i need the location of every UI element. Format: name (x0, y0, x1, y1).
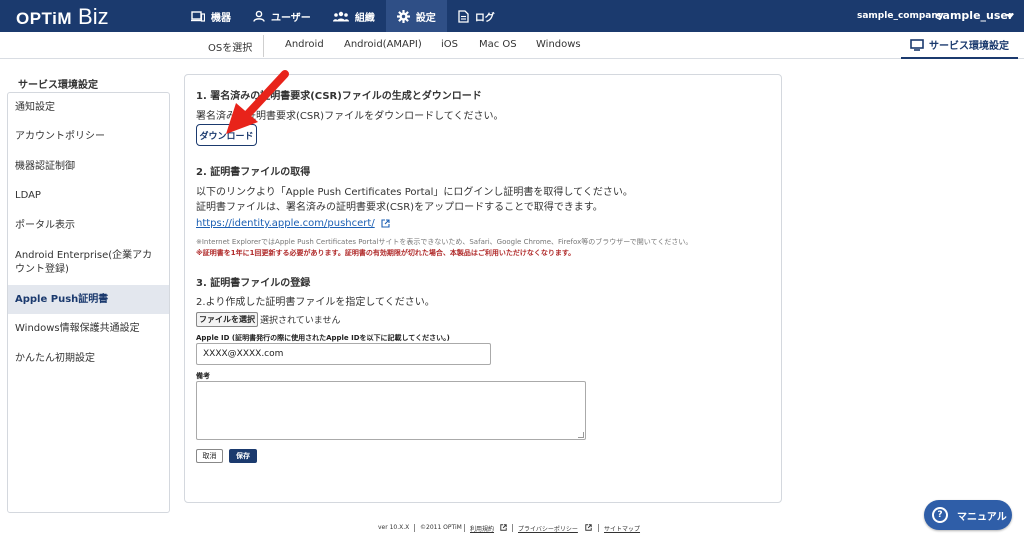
nav-settings-label: 設定 (415, 12, 436, 24)
os-tab-windows[interactable]: Windows (536, 39, 581, 50)
section1-title: 1. 署名済みの証明書要求(CSR)ファイルの生成とダウンロード (196, 91, 482, 102)
apple-id-input[interactable]: XXXX@XXXX.com (196, 343, 491, 365)
footer-separator (598, 524, 599, 532)
footer-sitemap-link[interactable]: サイトマップ (604, 524, 640, 533)
memo-textarea[interactable] (196, 381, 586, 440)
service-settings-label: サービス環境設定 (929, 41, 1009, 52)
external-link-icon (585, 524, 592, 531)
sidebar-item-account-policy[interactable]: アカウントポリシー (8, 122, 169, 152)
os-bar: OSを選択 Android Android(AMAPI) iOS Mac OS … (0, 32, 1024, 59)
gear-icon (396, 9, 410, 23)
sidebar-item-label: Android Enterprise(企業アカウント登録) (15, 249, 153, 275)
main-panel: 1. 署名済みの証明書要求(CSR)ファイルの生成とダウンロード 署名済みの証明… (184, 74, 782, 503)
sidebar-item-label: ポータル表示 (15, 219, 75, 231)
apple-id-label: Apple ID (証明書発行の際に使用されたApple IDを以下に記載してく… (196, 334, 450, 342)
resize-handle-icon[interactable] (578, 432, 584, 438)
logo-main: OPTiM (16, 9, 73, 28)
nav-users-label: ユーザー (271, 12, 311, 24)
monitor-icon (910, 38, 924, 51)
footer-privacy-link[interactable]: プライバシーポリシー (518, 524, 578, 533)
external-link-icon (500, 524, 507, 531)
sidebar-item-portal[interactable]: ポータル表示 (8, 211, 169, 240)
service-settings-tab[interactable]: サービス環境設定 (901, 32, 1018, 59)
section2-desc2: 証明書ファイルは、署名済みの証明書要求(CSR)をアップロードすることで取得でき… (196, 202, 603, 213)
nav-organization-label: 組織 (354, 12, 375, 24)
nav-users[interactable]: ユーザー (242, 0, 322, 32)
logo[interactable]: OPTiM Biz (16, 4, 109, 29)
group-icon (332, 11, 349, 21)
section1-desc: 署名済みの証明書要求(CSR)ファイルをダウンロードしてください。 (196, 111, 504, 122)
sidebar-item-label: Apple Push証明書 (15, 293, 109, 305)
sidebar-title: サービス環境設定 (18, 80, 98, 91)
top-bar: OPTiM Biz 機器 ユーザー 組織 設定 ログ sample_compan… (0, 0, 1024, 32)
company-name: sample_company (857, 11, 944, 21)
user-menu[interactable]: sample_user (936, 9, 1013, 22)
sidebar-item-ldap[interactable]: LDAP (8, 181, 169, 211)
portal-link-text: https://identity.apple.com/pushcert/ (196, 218, 375, 229)
sidebar-item-windows-protection[interactable]: Windows情報保護共通設定 (8, 314, 169, 344)
sidebar-item-device-auth[interactable]: 機器認証制御 (8, 152, 169, 181)
nav-organization[interactable]: 組織 (322, 0, 386, 32)
memo-label: 備考 (196, 372, 210, 380)
cancel-button[interactable]: 取消 (196, 449, 223, 463)
sidebar: 通知設定 アカウントポリシー 機器認証制御 LDAP ポータル表示 Androi… (7, 92, 170, 513)
choose-file-button[interactable]: ファイルを選択 (196, 312, 258, 327)
nav-settings[interactable]: 設定 (385, 0, 447, 32)
renewal-warning: ※証明書を1年に1回更新する必要があります。証明書の有効期限が切れた場合、本製品… (196, 249, 576, 257)
footer-separator (414, 524, 415, 532)
chevron-down-icon[interactable] (1006, 14, 1014, 19)
os-select-label: OSを選択 (208, 43, 253, 54)
nav-log[interactable]: ログ (447, 0, 506, 32)
manual-label: マニュアル (957, 511, 1007, 523)
sidebar-item-notification[interactable]: 通知設定 (8, 93, 169, 122)
sidebar-item-label: 機器認証制御 (15, 160, 75, 172)
os-tab-macos[interactable]: Mac OS (479, 39, 517, 50)
device-icon (191, 10, 205, 22)
nav-log-label: ログ (474, 12, 495, 24)
os-divider (263, 35, 264, 57)
sidebar-item-label: アカウントポリシー (15, 131, 105, 142)
file-status: 選択されていません (260, 316, 341, 326)
browser-note: ※Internet ExplorerではApple Push Certifica… (196, 238, 693, 246)
sidebar-item-android-enterprise[interactable]: Android Enterprise(企業アカウント登録) (8, 240, 169, 285)
section2-desc1: 以下のリンクより「Apple Push Certificates Portal」… (196, 187, 633, 198)
footer-separator (464, 524, 465, 532)
sidebar-item-apple-push[interactable]: Apple Push証明書 (8, 285, 169, 314)
section3-desc: 2.より作成した証明書ファイルを指定してください。 (196, 297, 435, 308)
footer-separator (512, 524, 513, 532)
footer-version: ver 10.X.X (378, 524, 410, 531)
section3-title: 3. 証明書ファイルの登録 (196, 278, 311, 289)
log-icon (458, 9, 469, 23)
sidebar-item-label: LDAP (15, 190, 41, 201)
footer-copyright: ©2011 OPTiM (420, 524, 462, 531)
footer-terms-link[interactable]: 利用規約 (470, 524, 494, 533)
os-tab-ios[interactable]: iOS (441, 39, 458, 50)
sidebar-item-label: かんたん初期設定 (15, 352, 95, 364)
sidebar-item-label: 通知設定 (15, 101, 55, 113)
section2-title: 2. 証明書ファイルの取得 (196, 167, 311, 178)
download-button[interactable]: ダウンロード (196, 124, 257, 146)
sidebar-item-label: Windows情報保護共通設定 (15, 323, 140, 334)
external-link-icon (381, 219, 390, 228)
nav-devices-label: 機器 (211, 12, 231, 24)
os-tab-android-amapi[interactable]: Android(AMAPI) (344, 39, 422, 50)
apple-push-portal-link[interactable]: https://identity.apple.com/pushcert/ (196, 218, 390, 229)
user-icon (253, 10, 265, 22)
main-nav: 機器 ユーザー 組織 設定 ログ (180, 0, 506, 32)
os-tab-android[interactable]: Android (285, 39, 324, 50)
save-button[interactable]: 保存 (229, 449, 257, 463)
nav-devices[interactable]: 機器 (180, 0, 242, 32)
manual-button[interactable]: ? マニュアル (924, 500, 1012, 530)
sidebar-item-easy-setup[interactable]: かんたん初期設定 (8, 344, 169, 373)
help-icon: ? (932, 507, 948, 523)
logo-sub: Biz (78, 4, 109, 29)
